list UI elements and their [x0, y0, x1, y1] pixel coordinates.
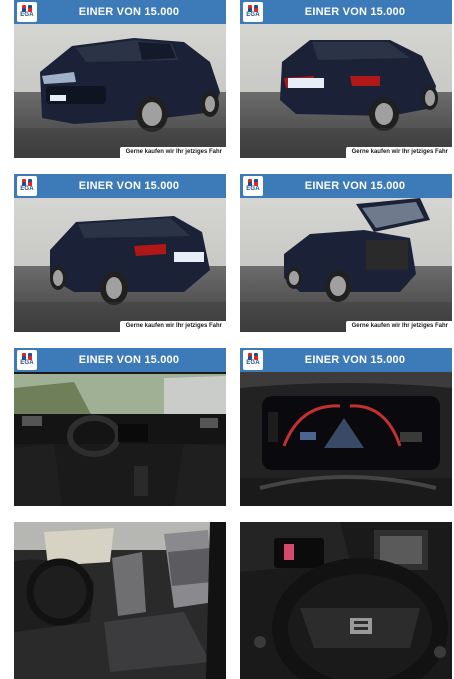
banner-title: EINER VON 15.000 — [304, 6, 406, 18]
promo-banner: EGA EINER VON 15.000 — [240, 0, 452, 24]
trade-in-footer: Gerne kaufen wir Ihr jetziges Fahr — [119, 147, 226, 158]
trade-in-footer: Gerne kaufen wir Ihr jetziges Fahr — [345, 321, 452, 332]
promo-banner: EGA EINER VON 15.000 — [240, 348, 452, 372]
banner-title: EINER VON 15.000 — [304, 180, 406, 192]
banner-title: EINER VON 15.000 — [304, 354, 406, 366]
gallery-thumbnail-dashboard[interactable]: EGA EINER VON 15.000 — [14, 348, 226, 506]
gallery-thumbnail-side-exterior[interactable]: EGA EINER VON 15.000 Gerne kaufen wir Ih… — [14, 174, 226, 332]
gallery-thumbnail-front-exterior[interactable]: EGA EINER VON 15.000 Gerne kaufen wir Ih… — [14, 0, 226, 158]
banner-title: EINER VON 15.000 — [78, 6, 180, 18]
gallery-thumbnail-tailgate-open[interactable]: EGA EINER VON 15.000 Gerne kaufen wir Ih… — [240, 174, 452, 332]
banner-title: EINER VON 15.000 — [78, 180, 180, 192]
promo-banner: EGA EINER VON 15.000 — [14, 174, 226, 198]
trade-in-footer: Gerne kaufen wir Ihr jetziges Fahr — [345, 147, 452, 158]
gallery-thumbnail-instrument-cluster[interactable]: EGA EINER VON 15.000 — [240, 348, 452, 506]
trade-in-footer: Gerne kaufen wir Ihr jetziges Fahr — [119, 321, 226, 332]
promo-banner: EGA EINER VON 15.000 — [14, 0, 226, 24]
promo-banner: EGA EINER VON 15.000 — [14, 348, 226, 372]
gallery-thumbnail-front-seats[interactable] — [14, 522, 226, 679]
car-photo-steering-wheel — [240, 522, 452, 679]
promo-banner: EGA EINER VON 15.000 — [240, 174, 452, 198]
car-photo-front-seats — [14, 522, 226, 679]
gallery-thumbnail-steering-wheel[interactable] — [240, 522, 452, 679]
gallery-thumbnail-rear-exterior[interactable]: EGA EINER VON 15.000 Gerne kaufen wir Ih… — [240, 0, 452, 158]
vehicle-photo-gallery: EGA EINER VON 15.000 Gerne kaufen wir Ih… — [0, 0, 454, 679]
banner-title: EINER VON 15.000 — [78, 354, 180, 366]
